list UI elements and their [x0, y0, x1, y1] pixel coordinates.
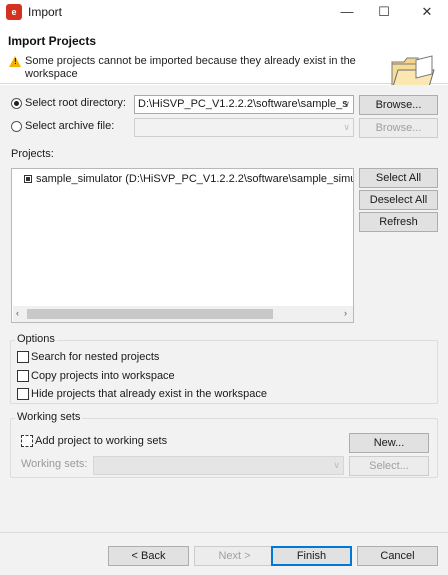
refresh-button[interactable]: Refresh	[359, 212, 438, 232]
projects-list[interactable]: sample_simulator (D:\HiSVP_PC_V1.2.2.2\s…	[11, 168, 354, 323]
working-sets-title: Working sets	[15, 411, 83, 423]
projects-label: Projects:	[11, 148, 54, 160]
title-bar: e Import — ☐ ✕	[0, 0, 448, 24]
main-panel	[0, 85, 448, 575]
maximize-button[interactable]: ☐	[370, 2, 398, 22]
footer-separator	[0, 532, 448, 533]
chevron-left-icon[interactable]: ‹	[16, 308, 19, 318]
search-nested-checkbox[interactable]	[17, 351, 29, 363]
project-name: sample_simulator (D:\HiSVP_PC_V1.2.2.2\s…	[36, 173, 353, 185]
page-title: Import Projects	[8, 34, 97, 48]
wizard-banner: Import Projects ! Some projects cannot b…	[0, 24, 448, 91]
chevron-right-icon[interactable]: ›	[344, 308, 347, 318]
root-directory-label[interactable]: Select root directory:	[25, 97, 126, 109]
browse-button[interactable]: Browse...	[359, 95, 438, 115]
working-sets-label: Working sets:	[21, 458, 88, 470]
add-to-working-sets-checkbox[interactable]	[21, 435, 33, 447]
window-title: Import	[28, 5, 63, 19]
close-button[interactable]: ✕	[413, 2, 441, 22]
minimize-button[interactable]: —	[333, 2, 361, 22]
search-nested-label[interactable]: Search for nested projects	[31, 351, 159, 363]
copy-into-workspace-checkbox[interactable]	[17, 370, 29, 382]
working-sets-combo[interactable]: ∨	[93, 456, 344, 475]
list-item[interactable]: sample_simulator (D:\HiSVP_PC_V1.2.2.2\s…	[12, 171, 353, 187]
finish-button[interactable]: Finish	[271, 546, 352, 566]
archive-file-radio[interactable]	[11, 121, 22, 132]
select-all-button[interactable]: Select All	[359, 168, 438, 188]
chevron-down-icon[interactable]: ∨	[343, 119, 350, 136]
deselect-all-button[interactable]: Deselect All	[359, 190, 438, 210]
back-button[interactable]: < Back	[108, 546, 189, 566]
warning-message: Some projects cannot be imported because…	[25, 55, 356, 80]
browse-archive-button[interactable]: Browse...	[359, 118, 438, 138]
root-directory-combo[interactable]: D:\HiSVP_PC_V1.2.2.2\software\sample_s ∨	[134, 95, 354, 114]
chevron-down-icon[interactable]: ∨	[343, 96, 350, 113]
scrollbar-thumb[interactable]	[27, 309, 273, 319]
new-working-set-button[interactable]: New...	[349, 433, 429, 453]
hide-existing-label[interactable]: Hide projects that already exist in the …	[31, 388, 267, 400]
root-directory-value: D:\HiSVP_PC_V1.2.2.2\software\sample_s	[138, 98, 348, 110]
project-checkbox[interactable]	[24, 175, 32, 183]
archive-file-label[interactable]: Select archive file:	[25, 120, 114, 132]
root-directory-radio[interactable]	[11, 98, 22, 109]
eclipse-app-icon: e	[6, 4, 22, 20]
select-working-sets-button[interactable]: Select...	[349, 456, 429, 476]
copy-into-workspace-label[interactable]: Copy projects into workspace	[31, 370, 175, 382]
next-button[interactable]: Next >	[194, 546, 275, 566]
cancel-button[interactable]: Cancel	[357, 546, 438, 566]
chevron-down-icon[interactable]: ∨	[333, 457, 340, 474]
warning-icon-mark: !	[14, 57, 17, 66]
options-title: Options	[15, 333, 57, 345]
add-to-working-sets-label[interactable]: Add project to working sets	[35, 435, 167, 447]
hide-existing-checkbox[interactable]	[17, 388, 29, 400]
archive-file-combo[interactable]: ∨	[134, 118, 354, 137]
horizontal-scrollbar[interactable]: ‹ ›	[13, 306, 353, 322]
